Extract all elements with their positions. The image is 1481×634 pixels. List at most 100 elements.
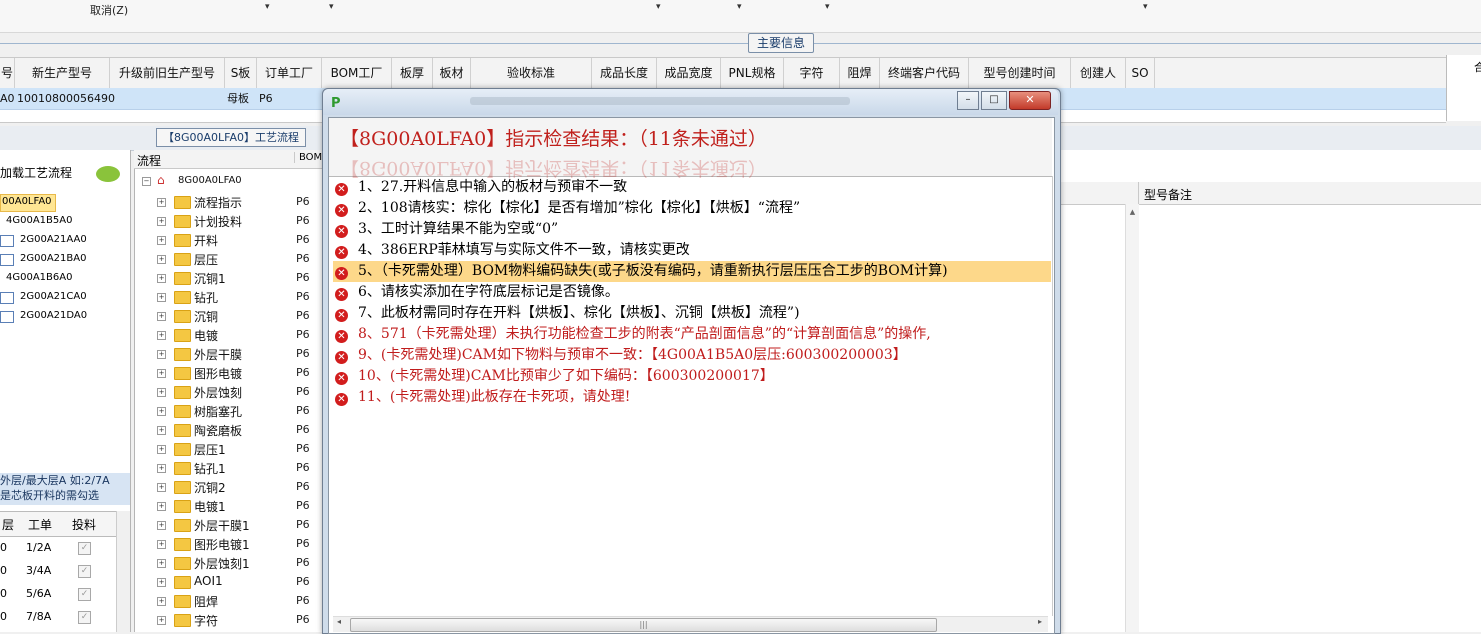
tree-node[interactable]: 电镀 <box>194 327 218 344</box>
vertical-scrollbar[interactable]: ▲ <box>1125 204 1139 632</box>
check-message-row[interactable]: ✕ 9、(卡死需处理)CAM如下物料与预审不一致：【4G00A1B5A0层压:60… <box>333 345 1051 366</box>
column-header[interactable]: SO <box>1126 58 1155 88</box>
tree-node[interactable]: 电镀1 <box>194 498 226 515</box>
column-header[interactable]: 阻焊 <box>840 58 880 88</box>
column-header[interactable]: 板材 <box>433 58 471 88</box>
expand-icon[interactable]: + <box>157 521 166 530</box>
column-header[interactable]: 创建人 <box>1071 58 1126 88</box>
feed-checkbox[interactable]: ✓ <box>78 611 91 624</box>
expand-icon[interactable]: + <box>157 407 166 416</box>
tree-node[interactable]: 沉铜2 <box>194 479 226 496</box>
tree-node[interactable]: 外层干膜1 <box>194 517 250 534</box>
column-header[interactable]: 订单工厂 <box>257 58 322 88</box>
column-header[interactable]: PNL规格 <box>721 58 784 88</box>
column-header[interactable]: 验收标准 <box>471 58 592 88</box>
expand-icon[interactable]: + <box>157 350 166 359</box>
check-message-row[interactable]: ✕ 2、108请核实：棕化【棕化】是否有增加”棕化【棕化】【烘板】“流程” <box>333 198 1051 219</box>
tree-node[interactable]: 外层蚀刻1 <box>194 555 250 572</box>
check-message-row[interactable]: ✕ 3、工时计算结果不能为空或“0” <box>333 219 1051 240</box>
expand-icon[interactable]: + <box>157 274 166 283</box>
expand-icon[interactable]: + <box>157 198 166 207</box>
tree-node[interactable]: 树脂塞孔 <box>194 403 242 420</box>
feed-checkbox[interactable]: ✓ <box>78 542 91 555</box>
expand-icon[interactable]: + <box>157 369 166 378</box>
dropdown-arrow-icon[interactable]: ▾ <box>1143 2 1148 12</box>
close-button[interactable]: ✕ <box>1009 91 1051 110</box>
tree-node[interactable]: 层压 <box>194 251 218 268</box>
column-header[interactable]: 型号备注 <box>1144 186 1192 203</box>
tree-node[interactable]: 字符 <box>194 612 218 629</box>
expand-icon[interactable]: + <box>157 464 166 473</box>
list-item[interactable]: 2G00A21AA0 <box>20 234 87 245</box>
tree-node[interactable]: 陶瓷磨板 <box>194 422 242 439</box>
check-message-row[interactable]: ✕ 5、（卡死需处理）BOM物料编码缺失(或子板没有编码，请重新执行层压压合工步的… <box>333 261 1051 282</box>
tree-node[interactable]: 开料 <box>194 232 218 249</box>
expand-icon[interactable]: + <box>157 217 166 226</box>
tree-node[interactable]: 图形电镀 <box>194 365 242 382</box>
column-header[interactable]: 型号创建时间 <box>969 58 1071 88</box>
list-item[interactable]: 2G00A21CA0 <box>20 291 87 302</box>
dropdown-arrow-icon[interactable]: ▾ <box>265 2 270 12</box>
column-header[interactable]: 工单 <box>28 516 52 533</box>
check-message-row[interactable]: ✕ 7、此板材需同时存在开料【烘板】、棕化【烘板】、沉铜【烘板】流程”) <box>333 303 1051 324</box>
check-message-row[interactable]: ✕ 8、571（卡死需处理）未执行功能检查工步的附表“产品剖面信息”的“计算剖面信… <box>333 324 1051 345</box>
tree-node[interactable]: 钻孔 <box>194 289 218 306</box>
feed-checkbox[interactable]: ✓ <box>78 588 91 601</box>
column-header[interactable]: 号 <box>0 58 15 88</box>
expand-icon[interactable]: + <box>157 236 166 245</box>
tree-node[interactable]: 计划投料 <box>194 213 242 230</box>
column-header[interactable]: 层 <box>2 516 14 533</box>
list-item[interactable]: 4G00A1B6A0 <box>6 272 72 283</box>
column-header[interactable]: S板 <box>225 58 257 88</box>
check-message-row[interactable]: ✕ 1、27.开料信息中输入的板材与预审不一致 <box>333 177 1051 198</box>
dropdown-arrow-icon[interactable]: ▾ <box>329 2 334 12</box>
process-flow-tab[interactable]: 【8G00A0LFA0】工艺流程 <box>156 128 307 147</box>
check-message-row[interactable]: ✕ 4、386ERP菲林填写与实际文件不一致，请核实更改 <box>333 240 1051 261</box>
column-header[interactable]: 新生产型号 <box>15 58 110 88</box>
tree-node[interactable]: 图形电镀1 <box>194 536 250 553</box>
expand-icon[interactable]: + <box>157 331 166 340</box>
tree-node[interactable]: 外层干膜 <box>194 346 242 363</box>
expand-icon[interactable]: + <box>157 540 166 549</box>
column-header[interactable]: 流程 <box>137 152 161 169</box>
column-header[interactable]: 板厚 <box>392 58 433 88</box>
expand-icon[interactable]: + <box>157 312 166 321</box>
expand-icon[interactable]: + <box>157 426 166 435</box>
dropdown-arrow-icon[interactable]: ▾ <box>825 2 830 12</box>
column-header[interactable]: BOM <box>294 152 322 163</box>
check-message-row[interactable]: ✕ 6、请核实添加在字符底层标记是否镜像。 <box>333 282 1051 303</box>
dropdown-arrow-icon[interactable]: ▾ <box>737 2 742 12</box>
column-header[interactable]: 成品宽度 <box>657 58 721 88</box>
list-item[interactable]: 4G00A1B5A0 <box>6 215 72 226</box>
tree-root[interactable]: 8G00A0LFA0 <box>178 175 242 186</box>
tree-node[interactable]: 沉铜 <box>194 308 218 325</box>
chat-bubble-icon[interactable] <box>96 166 120 182</box>
column-header[interactable]: BOM工厂 <box>322 58 392 88</box>
scroll-right-icon[interactable]: ▸ <box>1038 617 1042 626</box>
tree-node[interactable]: 阻焊 <box>194 593 218 610</box>
tree-node[interactable]: 流程指示 <box>194 194 242 211</box>
expand-icon[interactable]: + <box>157 388 166 397</box>
collapse-icon[interactable]: − <box>142 177 151 186</box>
column-header[interactable]: 投料 <box>72 516 96 533</box>
expand-icon[interactable]: + <box>157 255 166 264</box>
list-item[interactable]: 00A0LFA0 <box>2 196 52 207</box>
scroll-left-icon[interactable]: ◂ <box>337 617 341 626</box>
dropdown-arrow-icon[interactable]: ▾ <box>656 2 661 12</box>
list-item[interactable]: 2G00A21BA0 <box>20 253 86 264</box>
column-header[interactable]: 升级前旧生产型号 <box>110 58 225 88</box>
expand-icon[interactable]: + <box>157 445 166 454</box>
feed-checkbox[interactable]: ✓ <box>78 565 91 578</box>
expand-icon[interactable]: + <box>157 597 166 606</box>
main-info-tab[interactable]: 主要信息 <box>748 33 815 53</box>
expand-icon[interactable]: + <box>157 502 166 511</box>
load-process-title[interactable]: 加载工艺流程 <box>0 164 72 181</box>
tree-node[interactable]: 沉铜1 <box>194 270 226 287</box>
expand-icon[interactable]: + <box>157 578 166 587</box>
tree-node[interactable]: AOI1 <box>194 574 223 588</box>
check-message-row[interactable]: ✕ 10、(卡死需处理)CAM比预审少了如下编码：【600300200017】 <box>333 366 1051 387</box>
tree-node[interactable]: 外层蚀刻 <box>194 384 242 401</box>
list-item[interactable]: 2G00A21DA0 <box>20 310 87 321</box>
vertical-scrollbar[interactable] <box>116 511 130 632</box>
expand-icon[interactable]: + <box>157 616 166 625</box>
